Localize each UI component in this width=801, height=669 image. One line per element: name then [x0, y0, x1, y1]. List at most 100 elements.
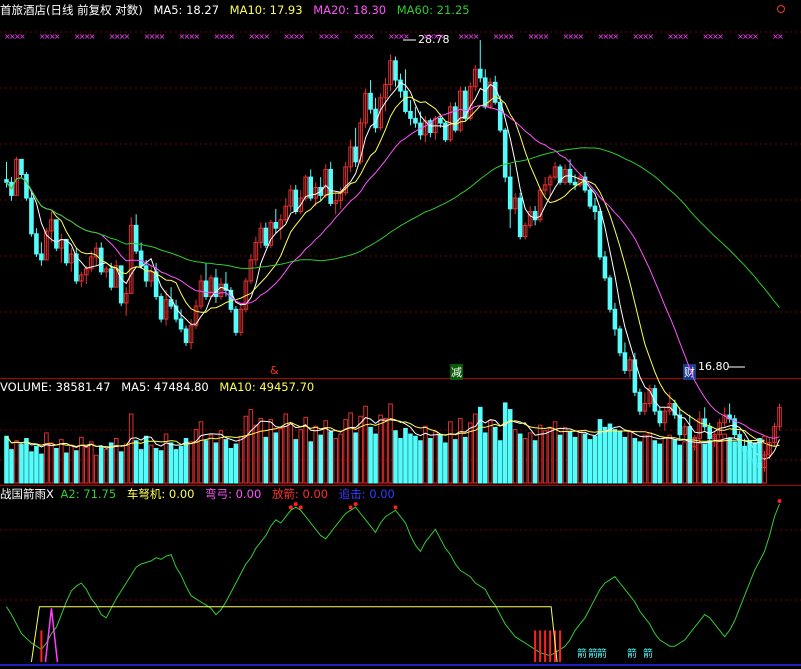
candle-body — [702, 418, 707, 428]
volume-bar — [298, 429, 304, 484]
volume-bar — [527, 432, 533, 484]
volume-bar — [123, 443, 129, 484]
volume-bar — [667, 434, 673, 484]
signal-cross: × — [752, 32, 759, 41]
volume-bar — [612, 429, 618, 484]
volume-bar — [24, 438, 29, 484]
candle-body — [158, 296, 164, 320]
volume-bar — [378, 414, 383, 484]
volume-bar — [572, 436, 578, 484]
candle-body — [34, 233, 39, 255]
volume-bar — [413, 435, 418, 484]
stock-chart-window: 首旅酒店(日线 前复权 对数) MA5: 18.27 MA10: 17.93 M… — [0, 0, 801, 669]
volume-bar — [687, 445, 693, 484]
volume-bar — [9, 449, 14, 484]
signal-cross: × — [194, 32, 201, 41]
candle-body — [408, 110, 413, 119]
volume-bar — [747, 440, 752, 484]
volume-bar — [477, 406, 483, 484]
candle-body — [203, 280, 209, 298]
chart-canvas[interactable]: ×××× ×××× ×××× ×××× ×××× ×××× ×××× ×××× ×××× ××××… — [0, 0, 801, 669]
candle-body — [507, 176, 513, 210]
volume-bar — [637, 441, 643, 484]
volume-bar — [253, 424, 259, 484]
candle-body — [492, 81, 498, 103]
candle-body — [398, 79, 403, 92]
volume-bar — [368, 426, 373, 484]
volume-bar — [453, 439, 458, 484]
candle-body — [178, 318, 184, 330]
candle-body — [602, 256, 608, 279]
candle-body — [517, 197, 523, 238]
candle-body — [617, 328, 623, 354]
signal-cross: × — [54, 32, 61, 41]
signal-cross: × — [612, 32, 619, 41]
volume-bar — [438, 434, 443, 484]
volume-bar — [243, 415, 249, 484]
volume-bar — [218, 430, 224, 484]
candle-body — [587, 189, 593, 207]
candle-body — [273, 222, 279, 229]
volume-bar — [223, 439, 229, 484]
volume-bar — [293, 439, 299, 484]
volume-bar — [228, 448, 234, 484]
volume-bar — [717, 439, 722, 484]
a2-line — [6, 503, 780, 657]
volume-bar — [652, 440, 658, 484]
volume-bar — [597, 419, 603, 484]
volume-bar — [19, 443, 24, 484]
volume-bar — [707, 440, 712, 484]
volume-bar — [188, 441, 194, 484]
candle-body — [64, 238, 69, 264]
volume-bar — [143, 435, 149, 484]
volume-bar — [108, 442, 114, 484]
volume-bar — [752, 442, 757, 484]
signal-cross: × — [682, 32, 689, 41]
volume-bar — [408, 433, 413, 484]
candle-body — [597, 211, 603, 258]
volume-bar — [617, 431, 623, 484]
volume-bar — [64, 452, 69, 484]
peak-marker — [293, 502, 298, 507]
volume-bar — [273, 432, 279, 484]
volume-bar — [557, 434, 563, 484]
volume-bar — [173, 449, 179, 484]
volume-bar — [373, 433, 378, 484]
volume-bar — [448, 421, 453, 484]
signal-cross: × — [777, 32, 784, 41]
signal-cross: × — [263, 32, 270, 41]
candle-body — [353, 146, 358, 163]
signal-cross: × — [89, 32, 96, 41]
volume-bar — [74, 450, 79, 484]
signal-cross: × — [368, 32, 375, 41]
volume-bar — [353, 432, 358, 484]
candle-body — [108, 268, 114, 288]
signal-cross: × — [717, 32, 724, 41]
volume-bar — [642, 434, 648, 484]
candle-body — [19, 158, 24, 176]
volume-bar — [328, 431, 333, 484]
candle-body — [393, 60, 398, 81]
volume-ma10-line — [6, 418, 765, 448]
candle-body — [572, 181, 578, 186]
volume-bar — [482, 432, 488, 484]
volume-bar — [552, 421, 558, 484]
candle-body — [607, 277, 613, 310]
volume-bar — [737, 443, 742, 484]
volume-bar — [49, 442, 54, 484]
candle-body — [413, 117, 418, 124]
volume-bar — [233, 443, 239, 484]
signal-cross: × — [508, 32, 515, 41]
volume-bar — [39, 453, 44, 484]
peak-marker — [348, 505, 353, 510]
volume-bar — [682, 441, 688, 484]
volume-bar — [607, 423, 613, 484]
candle-body — [39, 253, 44, 261]
volume-bar — [138, 449, 144, 484]
volume-bar — [54, 448, 59, 484]
signal-cross: × — [543, 32, 550, 41]
volume-bar — [742, 445, 747, 484]
candle-body — [612, 308, 618, 330]
bow-line — [30, 606, 558, 663]
volume-bar — [213, 442, 219, 484]
